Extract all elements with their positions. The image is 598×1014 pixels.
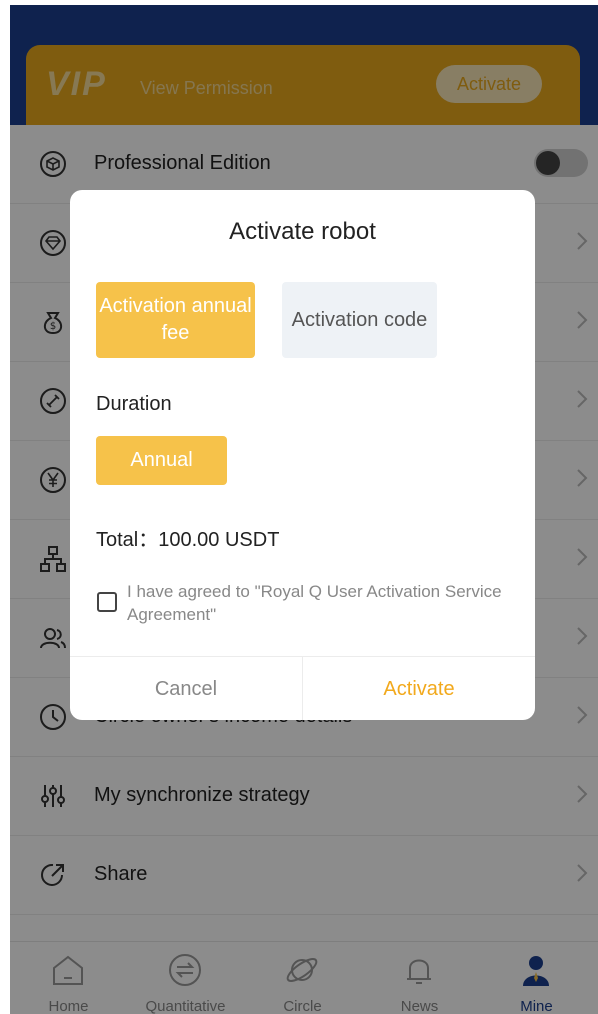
activate-button[interactable]: Activate: [303, 657, 535, 720]
dialog-title: Activate robot: [229, 218, 376, 245]
annual-duration-option[interactable]: Annual: [96, 436, 227, 485]
activate-robot-dialog: Activate robot Activation annual fee Act…: [70, 190, 535, 720]
duration-label: Duration: [96, 393, 172, 415]
activation-code-option[interactable]: Activation code: [282, 282, 437, 358]
activation-annual-fee-option[interactable]: Activation annual fee: [96, 282, 255, 358]
cancel-button[interactable]: Cancel: [70, 657, 303, 720]
agreement-checkbox[interactable]: [97, 592, 117, 612]
total-amount: Total：100.00 USDT: [96, 529, 280, 551]
dialog-footer: Cancel Activate: [70, 656, 535, 720]
agreement-text[interactable]: I have agreed to "Royal Q User Activatio…: [127, 580, 507, 626]
app-screen: VIP View Permission Activate Professiona…: [10, 5, 598, 1014]
